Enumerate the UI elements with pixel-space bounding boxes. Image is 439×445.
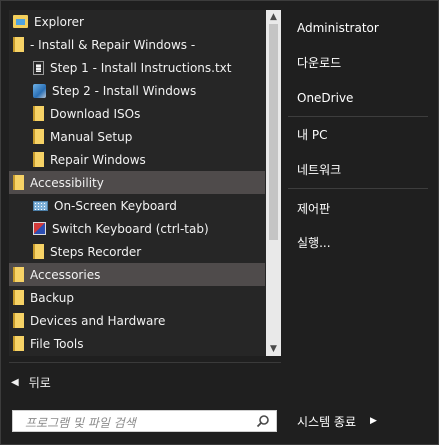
back-button[interactable]: ◀ 뒤로 [11, 371, 51, 393]
program-label: Step 2 - Install Windows [52, 83, 197, 98]
right-item-run[interactable]: 실행... [297, 232, 331, 252]
program-label: Step 1 - Install Instructions.txt [50, 60, 232, 75]
program-list: Explorer - Install & Repair Windows - Step… [9, 10, 265, 355]
program-label: Accessibility [30, 175, 104, 190]
program-label: Repair Windows [50, 152, 146, 167]
right-item-control-panel[interactable]: 제어판 [297, 198, 330, 218]
back-arrow-icon: ◀ [11, 376, 19, 388]
keyboard-icon [33, 200, 48, 211]
folder-icon [13, 37, 24, 52]
program-list-item[interactable]: Devices and Hardware [9, 309, 265, 332]
folder-icon [13, 336, 24, 351]
setup-icon [33, 83, 46, 98]
program-list-item[interactable]: Backup [9, 286, 265, 309]
program-label: Manual Setup [50, 129, 133, 144]
program-list-item[interactable]: Accessibility [9, 171, 265, 194]
program-label: Backup [30, 290, 74, 305]
program-list-panel: Explorer - Install & Repair Windows - Step… [9, 10, 281, 356]
search-icon[interactable] [256, 414, 270, 428]
back-label: 뒤로 [28, 375, 51, 390]
folder-icon [33, 129, 44, 144]
right-divider [288, 188, 428, 189]
program-list-item[interactable]: Switch Keyboard (ctrl-tab) [9, 217, 265, 240]
explorer-icon [13, 15, 28, 28]
right-item-administrator[interactable]: Administrator [297, 18, 379, 38]
folder-icon [13, 290, 24, 305]
right-pane: Administrator 다운로드 OneDrive 내 PC 네트워크 제어… [288, 1, 438, 444]
shutdown-button[interactable]: 시스템 종료 ▶ [297, 411, 377, 431]
program-list-item[interactable]: Repair Windows [9, 148, 265, 171]
folder-icon [13, 313, 24, 328]
program-label: Accessories [30, 267, 101, 282]
shutdown-arrow-icon[interactable]: ▶ [370, 416, 377, 426]
program-list-item[interactable]: Accessories [9, 263, 265, 286]
program-list-item[interactable]: - Install & Repair Windows - [9, 33, 265, 56]
program-label: Devices and Hardware [30, 313, 166, 328]
program-label: File Tools [30, 336, 84, 351]
program-list-item[interactable]: Manual Setup [9, 125, 265, 148]
search-input[interactable]: 프로그램 및 파일 검색 [12, 410, 277, 432]
program-list-item[interactable]: Step 2 - Install Windows [9, 79, 265, 102]
right-item-downloads[interactable]: 다운로드 [297, 52, 341, 72]
program-list-item[interactable]: Steps Recorder [9, 240, 265, 263]
right-divider [288, 116, 428, 117]
folder-icon [33, 244, 44, 259]
program-list-item[interactable]: Step 1 - Install Instructions.txt [9, 56, 265, 79]
program-label: Explorer [34, 14, 84, 29]
program-list-item[interactable]: Explorer [9, 10, 265, 33]
program-list-item[interactable]: Download ISOs [9, 102, 265, 125]
program-label: Switch Keyboard (ctrl-tab) [52, 221, 209, 236]
program-label: - Install & Repair Windows - [30, 37, 196, 52]
program-list-item[interactable]: On-Screen Keyboard [9, 194, 265, 217]
folder-icon [33, 152, 44, 167]
folder-icon [13, 175, 24, 190]
program-label: Steps Recorder [50, 244, 142, 259]
text-document-icon [33, 60, 44, 75]
switch-keyboard-icon [33, 222, 46, 235]
right-item-this-pc[interactable]: 내 PC [297, 124, 327, 144]
program-list-item[interactable]: File Tools [9, 332, 265, 355]
folder-icon [33, 106, 44, 121]
scroll-up-icon[interactable]: ▲ [266, 10, 281, 24]
search-placeholder: 프로그램 및 파일 검색 [25, 416, 136, 430]
program-list-scrollbar[interactable]: ▲ ▼ [266, 10, 281, 356]
right-item-onedrive[interactable]: OneDrive [297, 88, 353, 108]
scrollbar-thumb[interactable] [269, 24, 278, 240]
program-label: On-Screen Keyboard [54, 198, 177, 213]
right-item-network[interactable]: 네트워크 [297, 159, 341, 179]
start-menu: Explorer - Install & Repair Windows - Step… [0, 0, 439, 445]
divider [9, 362, 281, 363]
program-label: Download ISOs [50, 106, 141, 121]
shutdown-label: 시스템 종료 [297, 414, 357, 429]
scroll-down-icon[interactable]: ▼ [266, 342, 281, 356]
folder-icon [13, 267, 24, 282]
